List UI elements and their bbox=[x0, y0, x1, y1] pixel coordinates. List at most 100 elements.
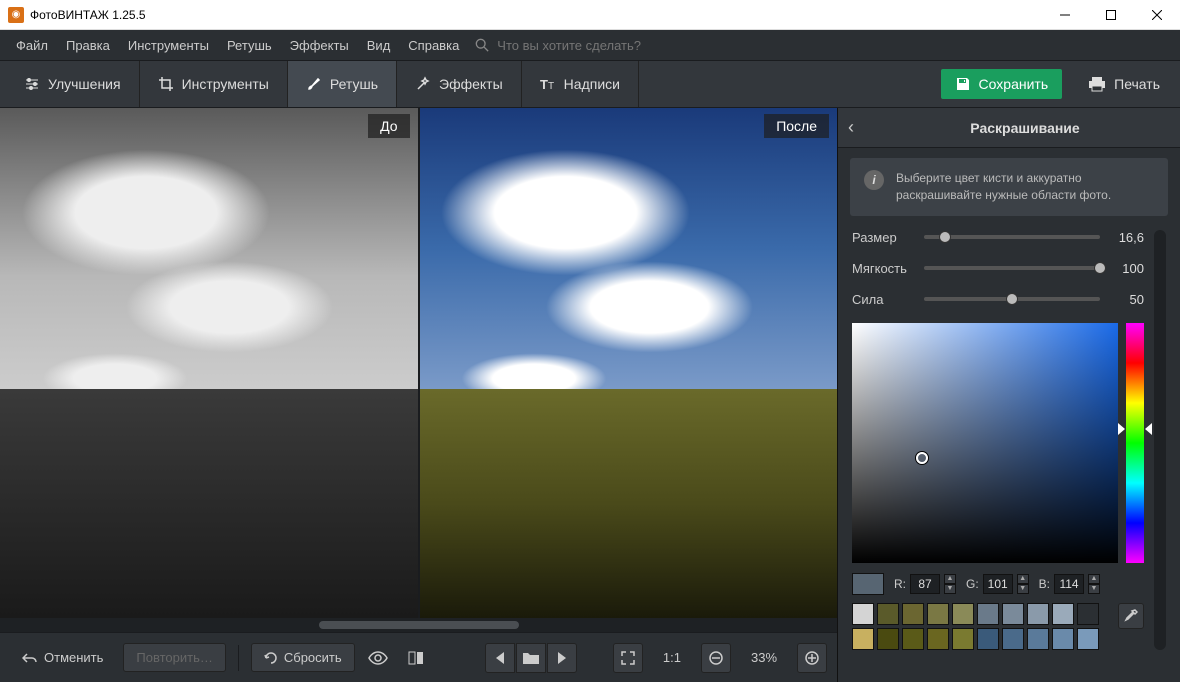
menu-view[interactable]: Вид bbox=[359, 34, 399, 57]
zoom-value[interactable]: 33% bbox=[739, 650, 789, 665]
text-icon: TT bbox=[540, 76, 556, 92]
b-input[interactable]: 114 bbox=[1054, 574, 1084, 594]
g-input[interactable]: 101 bbox=[983, 574, 1013, 594]
menu-effects[interactable]: Эффекты bbox=[282, 34, 357, 57]
save-label: Сохранить bbox=[979, 76, 1049, 92]
tab-retouch[interactable]: Ретушь bbox=[288, 61, 397, 107]
tab-text[interactable]: TT Надписи bbox=[522, 61, 639, 107]
preview-toggle[interactable] bbox=[363, 643, 393, 673]
color-palette bbox=[852, 603, 1099, 650]
tab-label: Улучшения bbox=[48, 76, 121, 92]
prev-button[interactable] bbox=[485, 643, 515, 673]
palette-swatch[interactable] bbox=[1027, 603, 1049, 625]
redo-button[interactable]: Повторить… bbox=[123, 643, 225, 672]
svg-text:T: T bbox=[548, 81, 554, 92]
b-down[interactable]: ▼ bbox=[1088, 584, 1100, 594]
g-down[interactable]: ▼ bbox=[1017, 584, 1029, 594]
r-down[interactable]: ▼ bbox=[944, 584, 956, 594]
reset-label: Сбросить bbox=[284, 650, 342, 665]
palette-swatch[interactable] bbox=[1002, 603, 1024, 625]
minimize-button[interactable] bbox=[1042, 0, 1088, 30]
g-up[interactable]: ▲ bbox=[1017, 574, 1029, 584]
zoom-out-button[interactable] bbox=[701, 643, 731, 673]
zoom-in-button[interactable] bbox=[797, 643, 827, 673]
sliders-icon bbox=[24, 76, 40, 92]
viewer-canvas[interactable]: До После bbox=[0, 108, 837, 618]
palette-swatch[interactable] bbox=[1027, 628, 1049, 650]
menu-help[interactable]: Справка bbox=[400, 34, 467, 57]
save-icon bbox=[955, 76, 971, 92]
save-button[interactable]: Сохранить bbox=[941, 69, 1063, 99]
tab-enhance[interactable]: Улучшения bbox=[6, 61, 140, 107]
maximize-button[interactable] bbox=[1088, 0, 1134, 30]
palette-swatch[interactable] bbox=[927, 603, 949, 625]
rgb-inputs: R: 87 ▲▼ G: 101 ▲▼ B: 114 ▲▼ bbox=[852, 573, 1144, 595]
current-color-swatch bbox=[852, 573, 884, 595]
color-saturation-value[interactable] bbox=[852, 323, 1118, 563]
strength-slider[interactable]: Сила 50 bbox=[852, 292, 1144, 307]
viewer: До После Отменить Повторить… bbox=[0, 108, 838, 682]
search-icon bbox=[475, 38, 489, 52]
palette-swatch[interactable] bbox=[952, 603, 974, 625]
r-input[interactable]: 87 bbox=[910, 574, 940, 594]
palette-swatch[interactable] bbox=[852, 628, 874, 650]
main-area: До После Отменить Повторить… bbox=[0, 108, 1180, 682]
b-up[interactable]: ▲ bbox=[1088, 574, 1100, 584]
palette-swatch[interactable] bbox=[1077, 603, 1099, 625]
redo-label: Повторить… bbox=[136, 650, 212, 665]
r-up[interactable]: ▲ bbox=[944, 574, 956, 584]
palette-swatch[interactable] bbox=[952, 628, 974, 650]
print-label: Печать bbox=[1114, 76, 1160, 92]
compare-toggle[interactable] bbox=[401, 643, 431, 673]
menu-tools[interactable]: Инструменты bbox=[120, 34, 217, 57]
panel-scrollbar[interactable] bbox=[1154, 230, 1166, 650]
brush-icon bbox=[306, 76, 322, 92]
palette-swatch[interactable] bbox=[1077, 628, 1099, 650]
palette-swatch[interactable] bbox=[927, 628, 949, 650]
tab-tools[interactable]: Инструменты bbox=[140, 61, 288, 107]
before-label: До bbox=[368, 114, 409, 138]
nav-group bbox=[485, 643, 577, 673]
palette-swatch[interactable] bbox=[877, 628, 899, 650]
menu-retouch[interactable]: Ретушь bbox=[219, 34, 280, 57]
palette-swatch[interactable] bbox=[852, 603, 874, 625]
menu-edit[interactable]: Правка bbox=[58, 34, 118, 57]
crop-icon bbox=[158, 76, 174, 92]
reset-button[interactable]: Сбросить bbox=[251, 643, 355, 672]
open-folder-button[interactable] bbox=[516, 643, 546, 673]
next-button[interactable] bbox=[547, 643, 577, 673]
undo-button[interactable]: Отменить bbox=[10, 644, 115, 671]
tab-effects[interactable]: Эффекты bbox=[397, 61, 522, 107]
print-button[interactable]: Печать bbox=[1074, 69, 1174, 99]
palette-swatch[interactable] bbox=[877, 603, 899, 625]
panel-header: ‹ Раскрашивание bbox=[838, 108, 1180, 148]
menu-file[interactable]: Файл bbox=[8, 34, 56, 57]
horizontal-scrollbar[interactable] bbox=[0, 618, 837, 632]
svg-text:T: T bbox=[540, 77, 548, 92]
search-input[interactable] bbox=[491, 34, 1172, 57]
tab-label: Надписи bbox=[564, 76, 620, 92]
palette-swatch[interactable] bbox=[902, 603, 924, 625]
tab-label: Инструменты bbox=[182, 76, 269, 92]
eyedropper-button[interactable] bbox=[1118, 603, 1144, 629]
back-button[interactable]: ‹ bbox=[848, 117, 872, 138]
softness-slider[interactable]: Мягкость 100 bbox=[852, 261, 1144, 276]
undo-label: Отменить bbox=[44, 650, 103, 665]
fit-screen-button[interactable] bbox=[613, 643, 643, 673]
viewer-toolbar: Отменить Повторить… Сбросить 1:1 33% bbox=[0, 632, 837, 682]
before-pane: До bbox=[0, 108, 418, 618]
actual-size-button[interactable]: 1:1 bbox=[651, 644, 693, 671]
palette-swatch[interactable] bbox=[1052, 628, 1074, 650]
close-button[interactable] bbox=[1134, 0, 1180, 30]
palette-swatch[interactable] bbox=[902, 628, 924, 650]
panel-hint: i Выберите цвет кисти и аккуратно раскра… bbox=[850, 158, 1168, 216]
size-slider[interactable]: Размер 16,6 bbox=[852, 230, 1144, 245]
palette-swatch[interactable] bbox=[1002, 628, 1024, 650]
palette-swatch[interactable] bbox=[977, 603, 999, 625]
undo-icon bbox=[22, 652, 38, 664]
palette-swatch[interactable] bbox=[977, 628, 999, 650]
side-panel: ‹ Раскрашивание i Выберите цвет кисти и … bbox=[838, 108, 1180, 682]
color-hue-slider[interactable] bbox=[1126, 323, 1144, 563]
after-pane: После bbox=[418, 108, 838, 618]
palette-swatch[interactable] bbox=[1052, 603, 1074, 625]
